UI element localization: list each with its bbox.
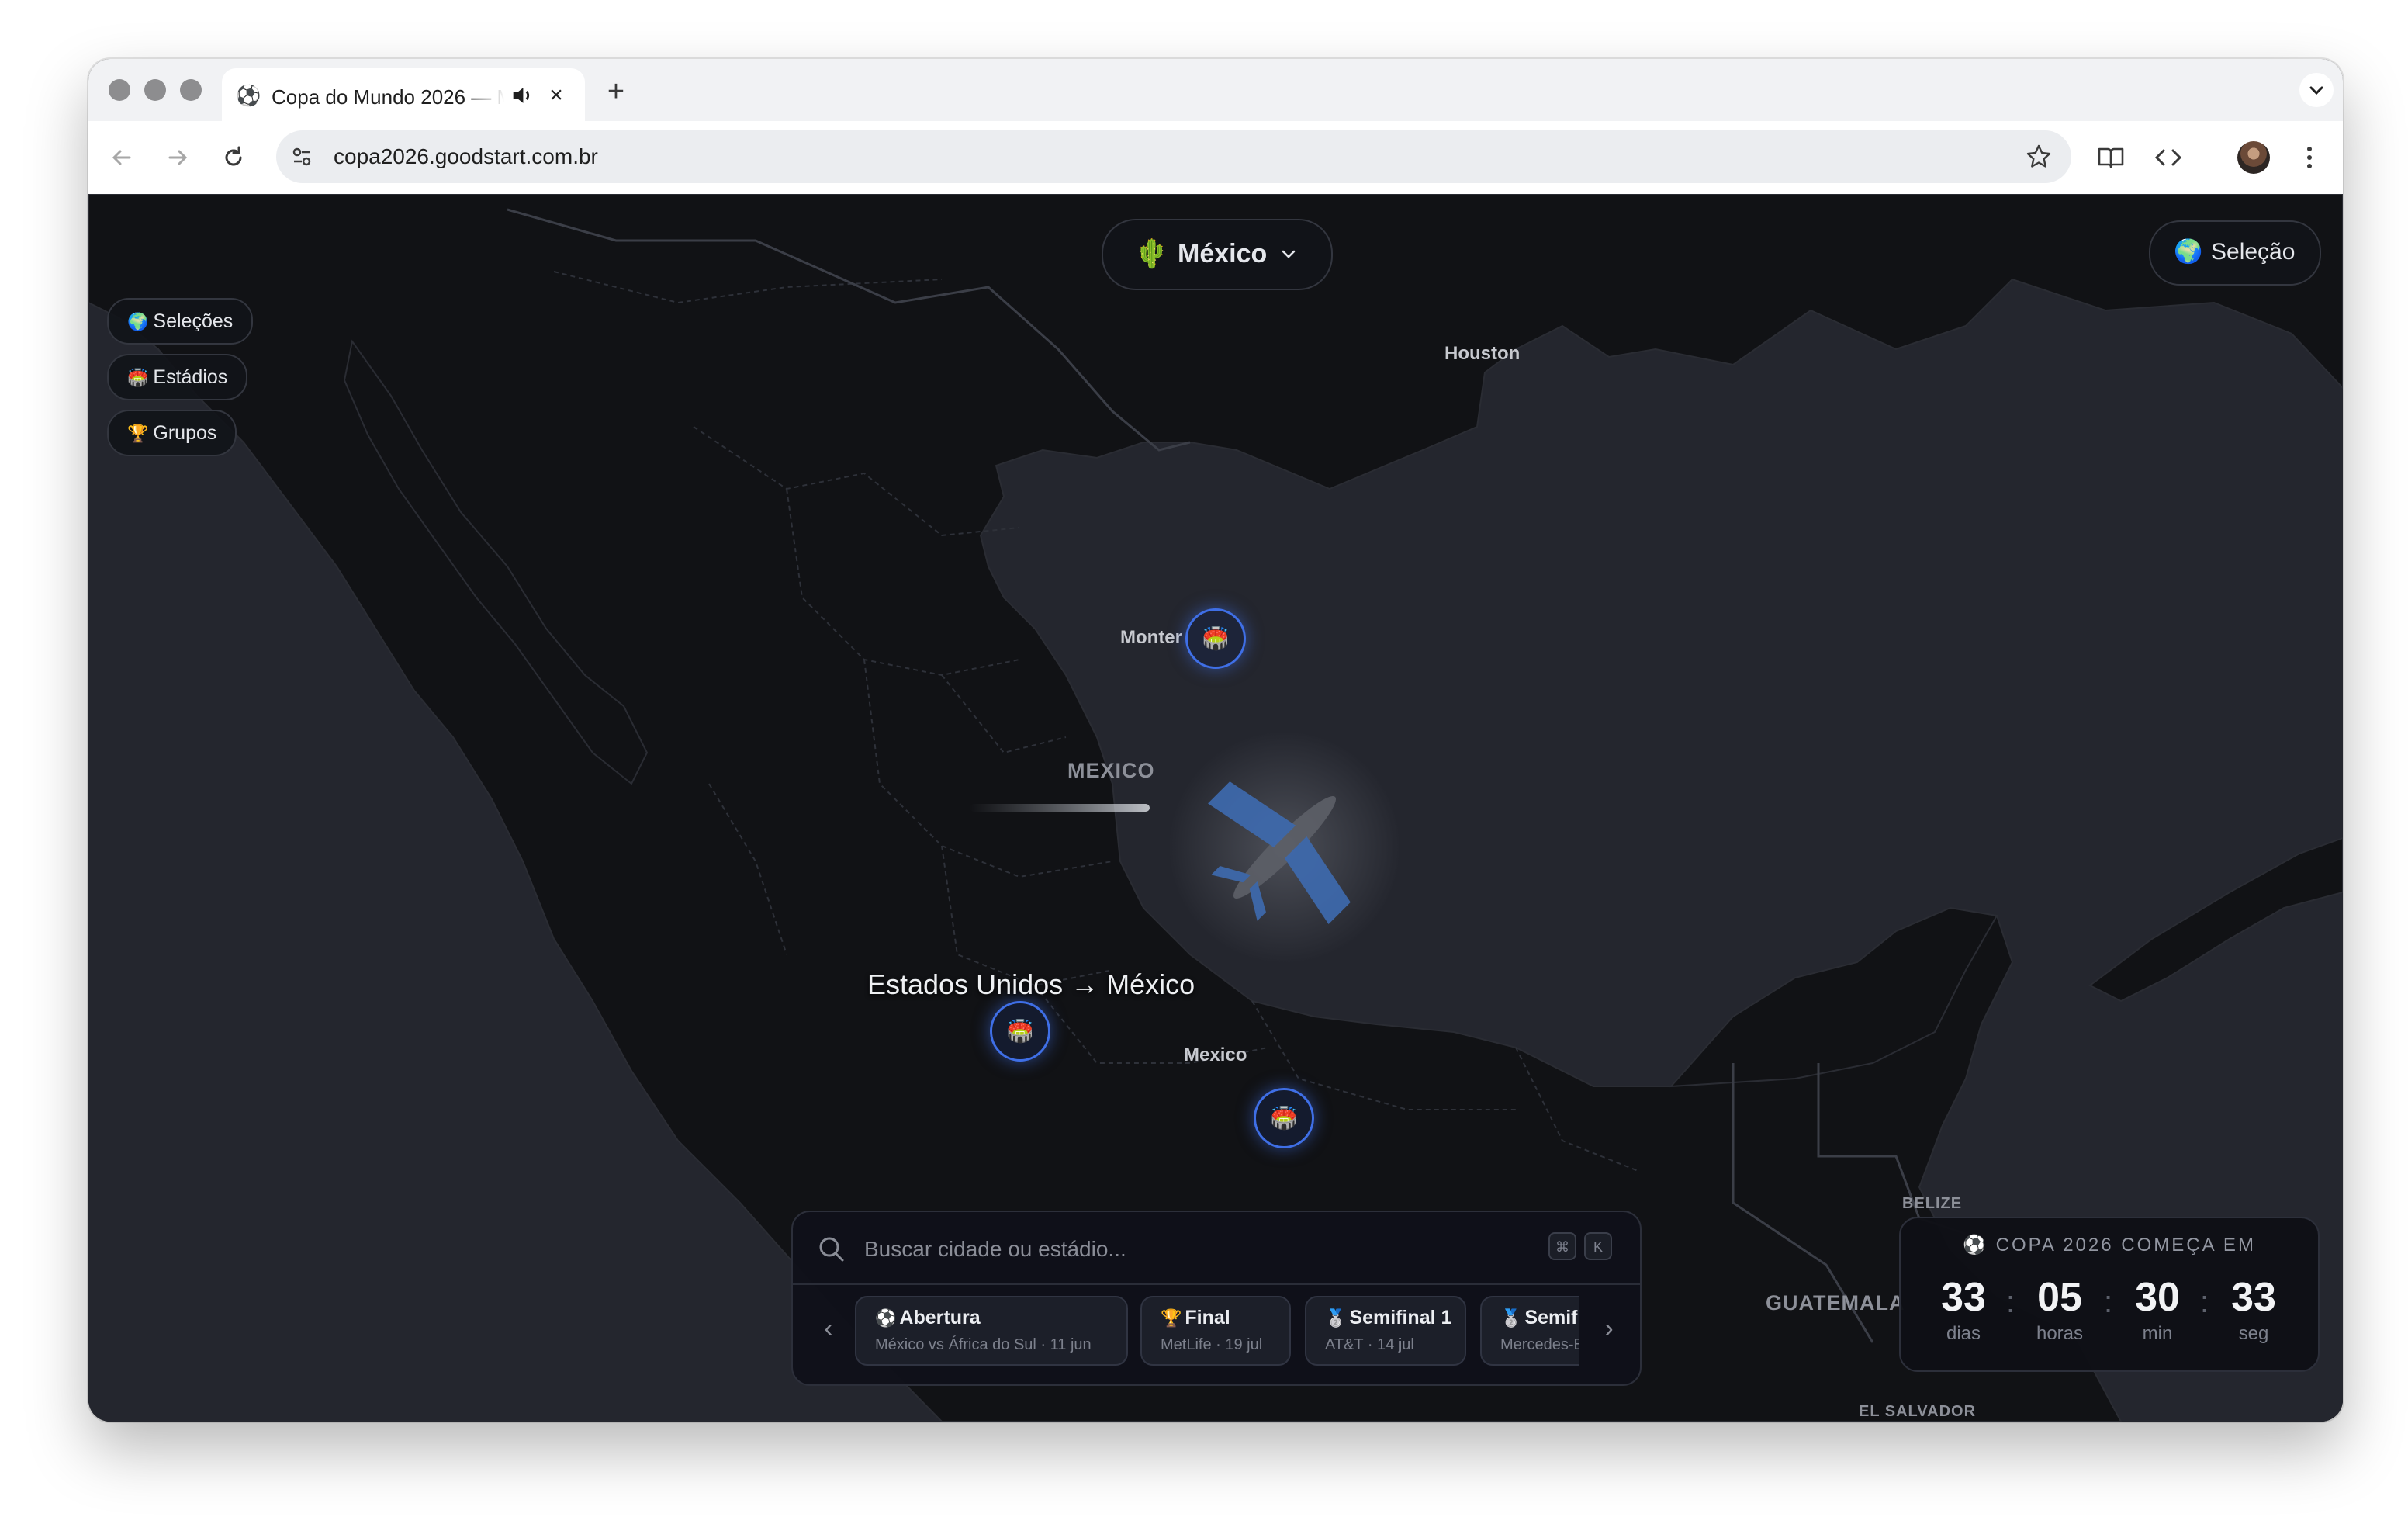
zoom-window-button[interactable]: [180, 79, 202, 101]
map-label-el-salvador: EL SALVADOR: [1859, 1403, 1977, 1420]
countdown-heading: ⚽ COPA 2026 COMEÇA EM: [1963, 1235, 2256, 1256]
match-card-final[interactable]: 🏆 Final MetLife · 19 jul: [1140, 1296, 1291, 1366]
new-tab-button[interactable]: +: [600, 76, 631, 107]
browser-tab[interactable]: ⚽ Copa do Mundo 2026 — Mapa ×: [222, 68, 585, 123]
countdown-hours: 05 horas: [2025, 1274, 2095, 1347]
globe-icon: 🌍: [2174, 239, 2203, 265]
chip-label: Grupos: [153, 422, 217, 444]
country-selector[interactable]: 🌵 México: [1102, 219, 1333, 290]
countdown-value: 33: [1941, 1275, 1986, 1320]
search-input[interactable]: [863, 1229, 1533, 1269]
more-menu-icon[interactable]: [2292, 140, 2327, 175]
countdown-value: 05: [2037, 1275, 2082, 1320]
map-label-guatemala: GUATEMALA: [1766, 1291, 1905, 1314]
code-icon[interactable]: [2150, 140, 2186, 175]
speaker-icon[interactable]: [509, 82, 535, 109]
chip-label: Seleções: [153, 310, 234, 332]
match-card-subtitle: Mercedes-Benz · 15 jul: [1500, 1336, 1579, 1353]
site-settings-icon[interactable]: [289, 144, 315, 170]
shortcut-k-key: K: [1584, 1232, 1612, 1260]
stadium-marker-mexico-city[interactable]: 🏟️: [1254, 1088, 1314, 1148]
browser-toolbar: copa2026.goodstart.com.br: [88, 121, 2343, 195]
stadium-icon: 🏟️: [1270, 1106, 1298, 1130]
countdown-seconds: 33 seg: [2219, 1274, 2289, 1347]
countdown-separator: :: [2104, 1285, 2113, 1319]
minimize-window-button[interactable]: [144, 79, 166, 101]
close-tab-icon[interactable]: ×: [543, 82, 569, 109]
chip-estadios[interactable]: 🏟️ Estádios: [107, 354, 248, 400]
cactus-icon: 🌵: [1134, 237, 1169, 269]
match-card-semifinal-2[interactable]: 🥈Semifinal 2 Mercedes-Benz · 15 jul: [1480, 1296, 1579, 1366]
countdown-value: 30: [2135, 1275, 2180, 1320]
chevron-left-icon[interactable]: ‹: [813, 1313, 844, 1344]
trophy-icon: 🏆: [127, 424, 149, 443]
map-label-houston: Houston: [1444, 343, 1521, 364]
bookmark-star-icon[interactable]: [2025, 143, 2053, 171]
stadium-icon: 🏟️: [1202, 626, 1230, 650]
stadium-marker-monterrey[interactable]: 🏟️: [1185, 608, 1246, 669]
countdown-panel: ⚽ COPA 2026 COMEÇA EM 33 dias : 05 horas…: [1899, 1217, 2320, 1372]
trophy-icon: 🏆: [1161, 1308, 1182, 1328]
countdown-separator: :: [2006, 1285, 2015, 1319]
chip-label: Estádios: [153, 366, 228, 388]
chevron-right-icon[interactable]: ›: [1593, 1313, 1624, 1344]
match-card-semifinal-1[interactable]: 🥈 Semifinal 1 AT&T · 14 jul: [1305, 1296, 1466, 1366]
match-card-title: Semifinal 2: [1524, 1307, 1579, 1328]
map-label-monterrey: Monter: [1120, 627, 1182, 648]
match-card-subtitle: MetLife · 19 jul: [1161, 1336, 1263, 1353]
stadium-icon: 🏟️: [1006, 1019, 1034, 1043]
countdown-days: 33 dias: [1929, 1274, 1998, 1347]
match-card-subtitle: AT&T · 14 jul: [1325, 1336, 1414, 1353]
countdown-label: min: [2142, 1323, 2173, 1344]
map-viewport[interactable]: Houston Monter MEXICO Mexico BELIZE GUAT…: [88, 194, 2343, 1422]
map-label-mexico-country: MEXICO: [1067, 759, 1155, 782]
forward-arrow-icon[interactable]: [160, 140, 195, 175]
soccer-ball-icon: ⚽: [875, 1308, 897, 1328]
search-icon: [819, 1237, 844, 1262]
countdown-label: seg: [2238, 1323, 2269, 1344]
search-divider: [793, 1283, 1640, 1285]
chevron-down-icon: [1282, 250, 1296, 258]
address-bar[interactable]: copa2026.goodstart.com.br: [276, 130, 2071, 183]
countdown-minutes: 30 min: [2123, 1274, 2192, 1347]
match-card-abertura[interactable]: ⚽ Abertura México vs África do Sul · 11 j…: [855, 1296, 1128, 1366]
profile-avatar[interactable]: [2237, 141, 2270, 174]
flight-route-label: Estados Unidos → México: [867, 968, 1195, 1000]
map-label-mexico-city: Mexico: [1184, 1044, 1247, 1065]
countdown-label: horas: [2036, 1323, 2084, 1344]
stadium-marker-guadalajara[interactable]: 🏟️: [990, 1001, 1050, 1062]
chip-selecoes[interactable]: 🌍 Seleções: [107, 298, 254, 345]
match-card-list: ⚽ Abertura México vs África do Sul · 11 j…: [855, 1296, 1579, 1369]
chip-grupos[interactable]: 🏆 Grupos: [107, 410, 237, 456]
map-label-belize: BELIZE: [1902, 1195, 1963, 1212]
match-card-title: Abertura: [899, 1307, 981, 1328]
url-text: copa2026.goodstart.com.br: [334, 144, 598, 168]
flight-trail: [970, 804, 1150, 812]
tab-title: Copa do Mundo 2026 — Mapa: [272, 85, 504, 109]
reading-mode-icon[interactable]: [2093, 140, 2129, 175]
selecao-button[interactable]: 🌍 Seleção: [2149, 220, 2321, 286]
globe-icon: 🌍: [127, 312, 149, 331]
stadium-icon: 🏟️: [127, 368, 149, 387]
country-selector-label: México: [1178, 239, 1268, 268]
match-card-title: Semifinal 1: [1349, 1307, 1452, 1328]
back-arrow-icon[interactable]: [104, 140, 140, 175]
close-window-button[interactable]: [109, 79, 130, 101]
match-card-title: Final: [1185, 1307, 1230, 1328]
match-card-subtitle: México vs África do Sul · 11 jun: [875, 1336, 1092, 1353]
countdown-value: 33: [2231, 1275, 2276, 1320]
medal-icon: 🥈: [1325, 1308, 1347, 1328]
tab-strip: ⚽ Copa do Mundo 2026 — Mapa × +: [88, 59, 2343, 123]
countdown-separator: :: [2200, 1285, 2209, 1319]
browser-window: ⚽ Copa do Mundo 2026 — Mapa × +: [88, 59, 2343, 1422]
selecao-button-label: Seleção: [2211, 239, 2296, 265]
tab-search-chevron-icon[interactable]: [2299, 73, 2334, 107]
medal-icon: 🥈: [1500, 1308, 1522, 1328]
shortcut-cmd-key: ⌘: [1548, 1232, 1576, 1260]
search-panel: ⌘ K ‹ ⚽Abertura México vs África do Sul …: [791, 1211, 1642, 1386]
soccer-ball-icon: ⚽: [236, 84, 261, 107]
reload-icon[interactable]: [216, 140, 251, 175]
countdown-label: dias: [1946, 1323, 1981, 1344]
